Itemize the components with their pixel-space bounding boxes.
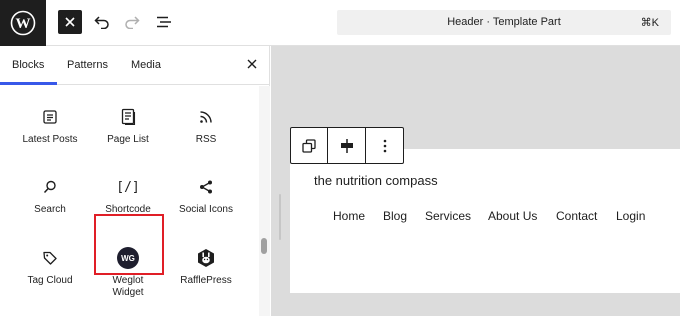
block-label: Weglot Widget: [112, 275, 144, 298]
rss-icon: [200, 111, 212, 123]
top-toolbar: W Header · Template Part ⌘K: [0, 0, 680, 46]
share-icon: [200, 180, 212, 194]
block-social-icons[interactable]: Social Icons: [171, 176, 241, 216]
shortcode-icon: [/]: [116, 179, 140, 195]
block-rafflepress[interactable]: RafflePress: [171, 247, 241, 287]
page-list-icon: [121, 108, 136, 126]
block-label: Latest Posts: [22, 134, 78, 145]
editor-canvas: the nutrition compass Home Blog Services…: [271, 46, 680, 316]
block-inserter-panel: Blocks Patterns Media Latest Posts Page …: [0, 46, 270, 316]
svg-text:W: W: [16, 16, 31, 32]
wordpress-logo-icon[interactable]: W: [0, 0, 46, 46]
tab-patterns[interactable]: Patterns: [67, 59, 108, 71]
block-latest-posts[interactable]: Latest Posts: [15, 106, 85, 146]
block-shortcode[interactable]: [/] Shortcode: [93, 176, 163, 216]
nav-item-blog[interactable]: Blog: [383, 209, 407, 223]
nav-item-contact[interactable]: Contact: [556, 209, 597, 223]
nav-item-home[interactable]: Home: [333, 209, 365, 223]
tab-blocks[interactable]: Blocks: [12, 59, 44, 71]
command-shortcut: ⌘K: [640, 17, 659, 29]
header-template-part[interactable]: the nutrition compass Home Blog Services…: [290, 149, 680, 293]
site-title[interactable]: the nutrition compass: [314, 173, 438, 188]
document-title: Header · Template Part: [447, 16, 561, 28]
command-palette-bar[interactable]: Header · Template Part ⌘K: [337, 10, 671, 35]
block-tag-cloud[interactable]: Tag Cloud: [15, 247, 85, 287]
block-search[interactable]: Search: [15, 176, 85, 216]
inserter-tabs: Blocks Patterns Media: [0, 46, 270, 85]
rafflepress-icon: [198, 249, 214, 267]
block-label: RafflePress: [180, 275, 232, 286]
nav-item-about-us[interactable]: About Us: [488, 209, 537, 223]
close-icon: [65, 17, 75, 27]
tag-icon: [43, 251, 57, 265]
active-tab-indicator: [0, 82, 57, 85]
list-view-button[interactable]: [152, 10, 176, 34]
justify-center-icon: [340, 138, 353, 153]
justify-content-button[interactable]: [328, 128, 366, 163]
close-inserter-button[interactable]: [245, 57, 259, 71]
tab-media[interactable]: Media: [131, 59, 161, 71]
search-icon: [43, 180, 56, 194]
block-label: Page List: [107, 134, 149, 145]
block-page-list[interactable]: Page List: [93, 106, 163, 146]
more-vertical-icon: [383, 139, 386, 152]
list-view-icon: [157, 16, 171, 28]
block-toolbar: [290, 127, 404, 164]
block-options-button[interactable]: [366, 128, 403, 163]
latest-posts-icon: [43, 110, 57, 124]
block-label: Search: [34, 204, 66, 215]
duplicate-icon: [302, 138, 316, 153]
nav-item-services[interactable]: Services: [425, 209, 471, 223]
close-inserter-toggle-button[interactable]: [58, 10, 82, 34]
block-label: RSS: [195, 134, 217, 145]
close-icon: [247, 59, 257, 69]
undo-button[interactable]: [90, 10, 114, 34]
resize-handle[interactable]: [279, 194, 281, 240]
block-rss[interactable]: RSS: [171, 106, 241, 146]
undo-icon: [94, 16, 109, 29]
block-label: Social Icons: [179, 204, 233, 215]
inserter-scrollbar[interactable]: [259, 86, 270, 316]
redo-button[interactable]: [120, 10, 144, 34]
transform-block-button[interactable]: [291, 128, 328, 163]
nav-item-login[interactable]: Login: [616, 209, 645, 223]
redo-icon: [125, 16, 140, 29]
scrollbar-thumb[interactable]: [261, 238, 267, 254]
block-label: Tag Cloud: [27, 275, 73, 286]
highlight-box: [94, 214, 164, 275]
